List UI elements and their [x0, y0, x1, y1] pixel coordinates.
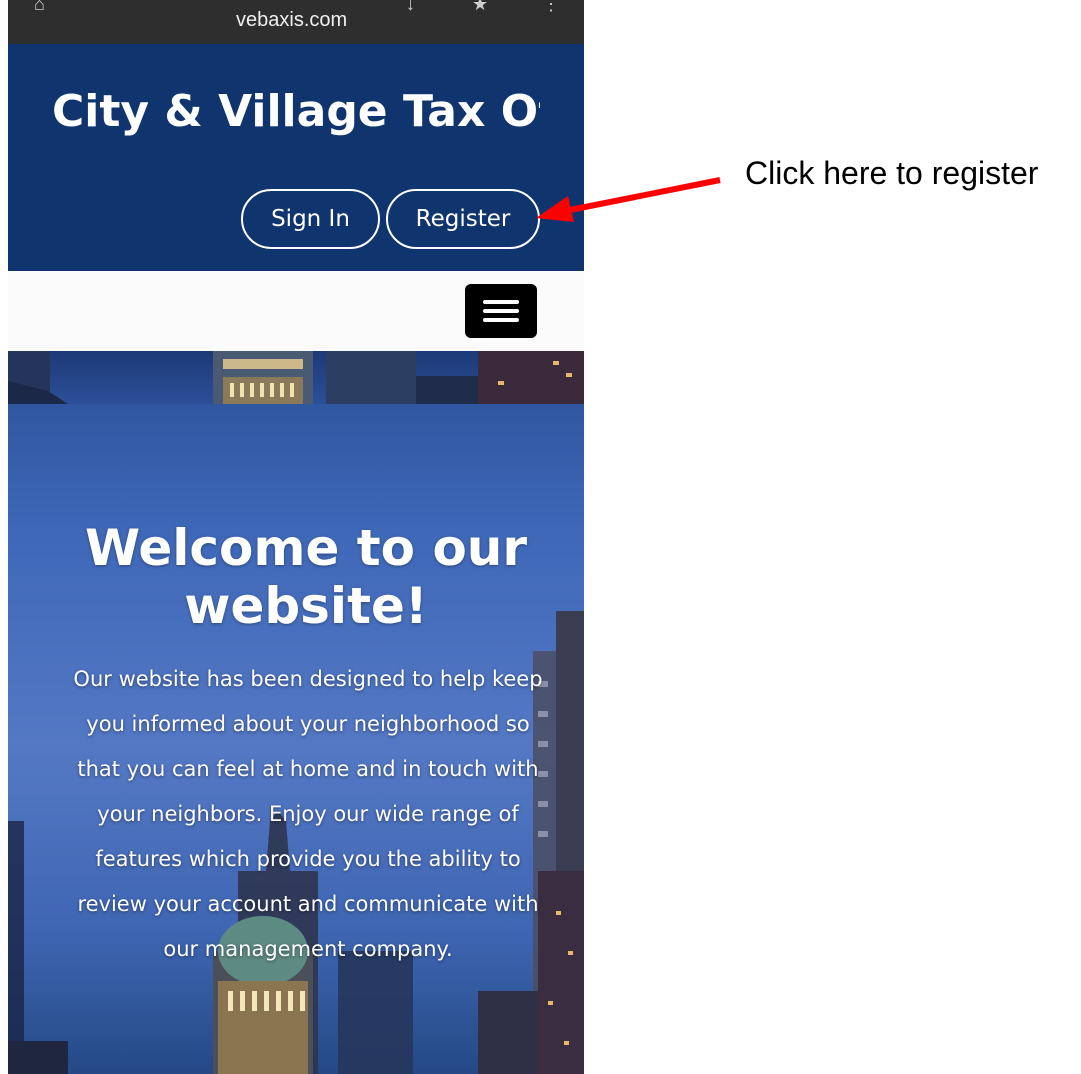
browser-url[interactable]: vebaxis.com [236, 9, 347, 32]
hero-description: Our website has been designed to help ke… [73, 667, 543, 961]
annotation-arrow-icon [536, 177, 721, 222]
site-header: City & Village Tax Of Sign In Register [8, 44, 584, 271]
browser-more-icon[interactable]: ⋮ [542, 0, 560, 15]
register-button[interactable]: Register [386, 189, 540, 249]
hamburger-menu-icon[interactable] [465, 284, 537, 338]
mobile-screenshot: ⌂ vebaxis.com ↓ ★ ⋮ City & Village Tax O… [8, 0, 584, 1074]
annotation-callout: Click here to register [745, 155, 1039, 191]
browser-home-icon[interactable]: ⌂ [34, 0, 45, 15]
site-title: City & Village Tax Of [52, 86, 540, 137]
nav-menu-bar [8, 271, 584, 351]
sign-in-button[interactable]: Sign In [241, 189, 380, 249]
hero-banner: Welcome to our website! Our website has … [8, 351, 584, 1074]
bookmark-icon[interactable]: ★ [472, 0, 488, 15]
hero-title: Welcome to our website! [84, 519, 528, 635]
browser-address-bar[interactable]: ⌂ vebaxis.com ↓ ★ ⋮ [8, 0, 584, 44]
browser-download-icon[interactable]: ↓ [406, 0, 415, 15]
